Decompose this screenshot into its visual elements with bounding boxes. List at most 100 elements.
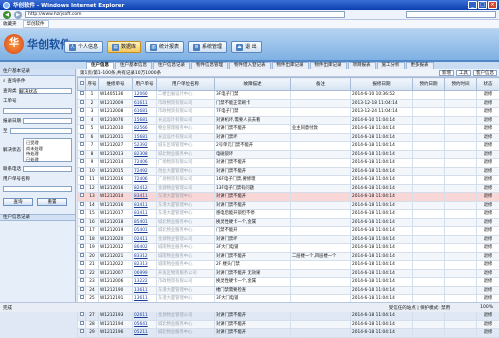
row-status[interactable]: 退修 [477, 150, 499, 159]
row-status[interactable]: 退修 [477, 252, 499, 261]
id-field[interactable] [3, 108, 72, 114]
nav-data-button[interactable]: ▤数据库 [107, 41, 141, 53]
user-code[interactable]: 83312 [133, 252, 157, 261]
date-from-field[interactable] [23, 118, 72, 124]
subtab[interactable]: 项目报表 [348, 62, 376, 69]
row-checkbox[interactable] [78, 142, 86, 151]
favorites-button[interactable]: 收藏夹 [3, 21, 17, 27]
row-checkbox[interactable] [78, 201, 86, 210]
row-status[interactable]: 退修 [477, 244, 499, 253]
table-row[interactable]: 4W121007615681长远设计有限公司对讲机坏,需要人员去看2014-6-… [78, 116, 499, 125]
subtab[interactable]: 住户信息记录 [153, 62, 190, 69]
row-checkbox[interactable] [78, 252, 86, 261]
col-header[interactable]: 报修日期 [351, 78, 413, 91]
table-row[interactable]: 12W121201682412金源物业管理公司13F电子门禁有问题2014-6-… [78, 184, 499, 193]
row-checkbox[interactable] [78, 150, 86, 159]
subtab[interactable]: 住户信息 [86, 62, 114, 69]
user-code[interactable]: 06999 [133, 269, 157, 278]
row-status[interactable]: 退修 [477, 286, 499, 295]
row-status[interactable]: 退修 [477, 269, 499, 278]
nav-stats-button[interactable]: ▥统计报表 [145, 41, 184, 53]
user-code[interactable]: 15681 [133, 116, 157, 125]
type-select[interactable]: 解决状态 [19, 88, 73, 94]
row-status[interactable]: 退修 [477, 278, 499, 287]
table-row[interactable]: 18W121202002411金源物业管理公司对讲门禁坏2014-6-18 11… [78, 235, 499, 244]
col-header[interactable]: 故障描述 [215, 78, 291, 91]
table-row[interactable]: 10W121201572492创业大厦管理中心对讲门禁不能开2014-6-18 … [78, 167, 499, 176]
query-button[interactable]: 查询 [3, 198, 33, 206]
date-to-field[interactable] [10, 128, 73, 134]
user-code[interactable]: 13222 [133, 278, 157, 287]
row-status[interactable]: 退修 [477, 329, 499, 338]
url-input[interactable]: http://www.hzrjsoft.com [25, 11, 345, 18]
row-status[interactable]: 退修 [477, 184, 499, 193]
close-icon[interactable]: × [488, 1, 497, 9]
table-row[interactable]: 21W121202282313城南物业服务中心2F 楼头门禁2014-6-18 … [78, 261, 499, 270]
row-status[interactable]: 退修 [477, 142, 499, 151]
row-status[interactable]: 退修 [477, 116, 499, 125]
row-status[interactable]: 退修 [477, 201, 499, 210]
row-checkbox[interactable] [78, 184, 86, 193]
user-code[interactable]: 72492 [133, 167, 157, 176]
user-code[interactable]: 82308 [133, 150, 157, 159]
user-code[interactable]: 02411 [133, 235, 157, 244]
phone-field[interactable] [23, 166, 72, 172]
subtab[interactable]: 施工分析 [377, 62, 405, 69]
row-checkbox[interactable] [78, 133, 86, 142]
table-row[interactable]: 6W121201115681长远设计有限公司对讲门禁坏2014-6-18 11:… [78, 133, 499, 142]
col-header[interactable]: 预约日期 [413, 78, 445, 91]
row-status[interactable]: 退修 [477, 227, 499, 236]
table-row[interactable]: 27W121219302611金源物业管理公司对讲门禁不能开2014-6-18 … [78, 312, 499, 321]
name-field[interactable] [3, 186, 72, 192]
user-code[interactable]: 72406 [133, 176, 157, 185]
col-header[interactable]: 维修单号 [99, 78, 133, 91]
back-icon[interactable]: ◀ [3, 11, 11, 19]
row-status[interactable]: 退修 [477, 176, 499, 185]
table-row[interactable]: 13W121201483411东港大厦管理中心对讲门禁不能开2014-6-18 … [78, 193, 499, 202]
col-header[interactable]: 用户单号 [133, 78, 157, 91]
row-status[interactable]: 退修 [477, 210, 499, 219]
user-code[interactable]: 05401 [133, 227, 157, 236]
subtab[interactable]: 物件出库记录 [272, 62, 309, 69]
row-checkbox[interactable] [78, 269, 86, 278]
user-code[interactable]: 85401 [133, 218, 157, 227]
row-status[interactable]: 退修 [477, 167, 499, 176]
table-row[interactable]: 3W121200861681市政物资有限公司7F电子门禁2013-12-24 1… [78, 108, 499, 117]
row-checkbox[interactable] [78, 312, 86, 321]
subtab[interactable]: 更多报表 [406, 62, 434, 69]
row-checkbox[interactable] [78, 261, 86, 270]
user-code[interactable]: 61681 [133, 108, 157, 117]
user-code[interactable]: 12066 [133, 91, 157, 100]
minimize-icon[interactable]: _ [468, 1, 477, 9]
row-checkbox[interactable] [78, 320, 86, 329]
row-checkbox[interactable] [78, 227, 86, 236]
row-checkbox[interactable] [78, 286, 86, 295]
status-checklist[interactable]: 已受理 尚未处理 待处理 已处理 [23, 138, 72, 162]
user-code[interactable]: 05641 [133, 320, 157, 329]
browser-tab[interactable]: 华创软件 [23, 20, 49, 28]
table-row[interactable]: 7W121202752392城东区域管理中心2号单元门禁不能开2014-6-18… [78, 142, 499, 151]
subtab[interactable]: 住户基本信息 [115, 62, 152, 69]
row-status[interactable]: 退修 [477, 159, 499, 168]
status-option[interactable]: 已处理 [26, 157, 69, 163]
row-checkbox[interactable] [78, 278, 86, 287]
table-row[interactable]: 1W140513612066二楼出展设计中心3F电子门禁2014-6-10 10… [78, 91, 499, 100]
row-checkbox[interactable] [78, 329, 86, 338]
row-checkbox[interactable] [78, 108, 86, 117]
subtab[interactable]: 物件信息管理 [191, 62, 228, 69]
row-checkbox[interactable] [78, 176, 86, 185]
row-status[interactable]: 退修 [477, 99, 499, 108]
row-status[interactable]: 退修 [477, 108, 499, 117]
toolbar-button[interactable]: 工具 [456, 70, 471, 76]
user-code[interactable]: 15681 [133, 133, 157, 142]
col-header[interactable]: 用户单位名称 [157, 78, 215, 91]
row-checkbox[interactable] [78, 91, 86, 100]
user-code[interactable]: 52392 [133, 142, 157, 151]
row-checkbox[interactable] [78, 244, 86, 253]
zoom-level[interactable]: 100% [480, 305, 493, 310]
row-checkbox[interactable] [78, 210, 86, 219]
row-status[interactable]: 退修 [477, 133, 499, 142]
user-code[interactable]: 05211 [133, 329, 157, 338]
row-status[interactable]: 退修 [477, 235, 499, 244]
row-checkbox[interactable] [78, 193, 86, 202]
